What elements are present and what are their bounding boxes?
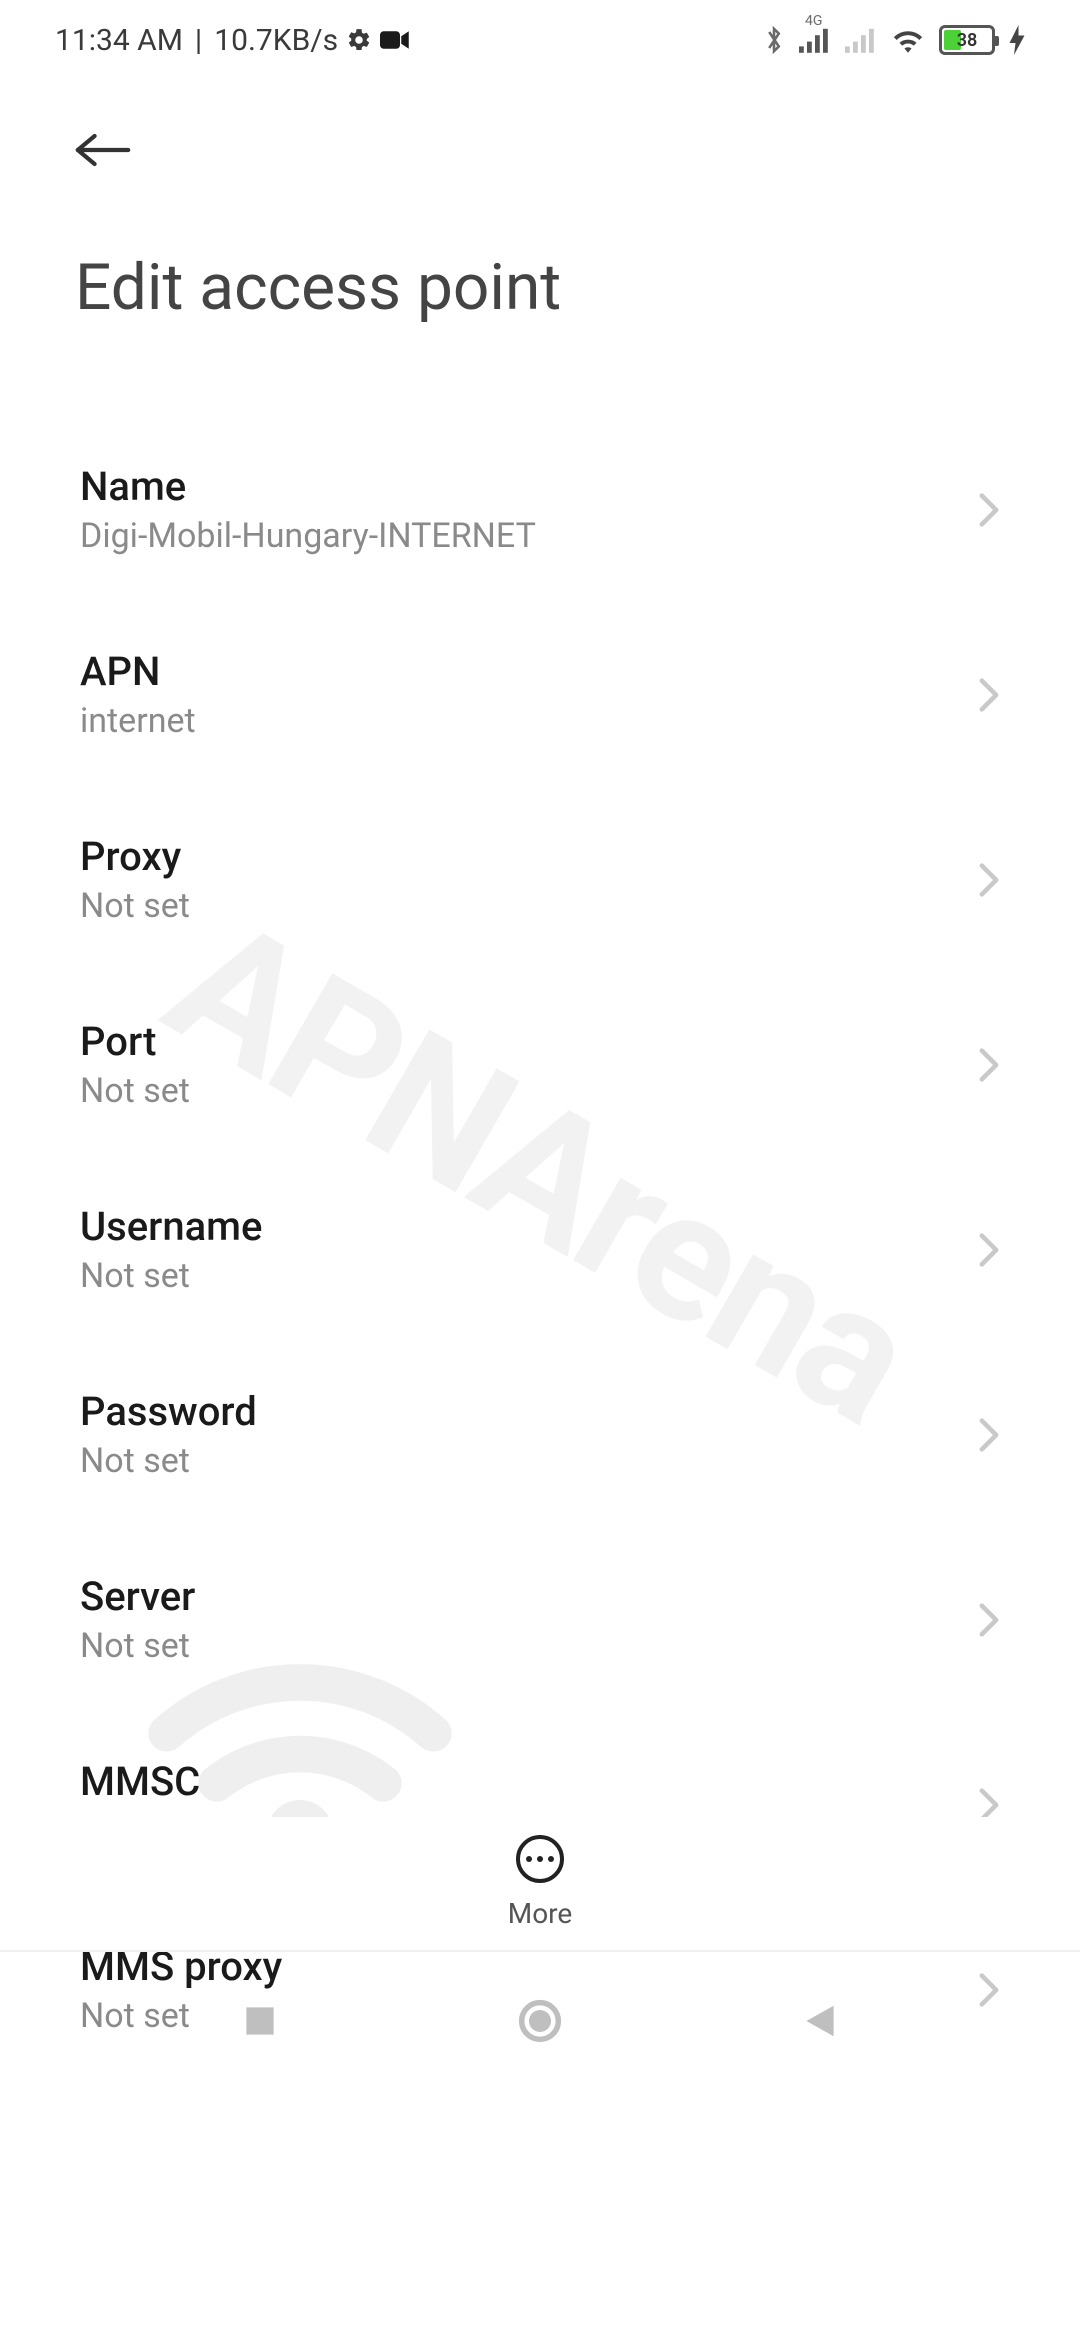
nav-recent-button[interactable] <box>235 1996 285 2046</box>
gear-icon <box>346 27 372 53</box>
back-button[interactable] <box>75 120 135 180</box>
setting-server[interactable]: Server Not set <box>80 1535 1000 1720</box>
setting-value: Digi-Mobil-Hungary-INTERNET <box>80 516 536 556</box>
setting-apn[interactable]: APN internet <box>80 610 1000 795</box>
status-network-speed: 10.7KB/s <box>214 23 338 58</box>
setting-label: APN <box>80 648 196 695</box>
chevron-right-icon <box>978 1602 1000 1638</box>
setting-password[interactable]: Password Not set <box>80 1350 1000 1535</box>
setting-value: Not set <box>80 1071 190 1111</box>
more-horizontal-icon <box>516 1835 564 1883</box>
setting-value: Not set <box>80 886 190 926</box>
system-nav-bar <box>0 1950 1080 2090</box>
page-header: Edit access point <box>0 80 1080 325</box>
square-icon <box>243 2004 277 2038</box>
svg-text:x: x <box>869 51 876 53</box>
setting-value: Not set <box>80 1441 257 1481</box>
chevron-right-icon <box>978 677 1000 713</box>
setting-proxy[interactable]: Proxy Not set <box>80 795 1000 980</box>
setting-value: Not set <box>80 1626 195 1666</box>
triangle-left-icon <box>803 2002 837 2040</box>
chevron-right-icon <box>978 1232 1000 1268</box>
status-left: 11:34 AM | 10.7KB/s <box>55 23 410 58</box>
more-button[interactable]: More <box>508 1835 573 1930</box>
wifi-icon <box>891 27 925 53</box>
battery-percent: 38 <box>942 30 992 51</box>
setting-value: internet <box>80 701 196 741</box>
signal-4g-icon: 4G <box>799 27 831 53</box>
signal-nosim-icon: x <box>845 27 877 53</box>
status-bar: 11:34 AM | 10.7KB/s 4G x <box>0 0 1080 80</box>
setting-username[interactable]: Username Not set <box>80 1165 1000 1350</box>
chevron-right-icon <box>978 1047 1000 1083</box>
setting-label: Proxy <box>80 833 190 880</box>
setting-label: Name <box>80 463 536 510</box>
bluetooth-icon <box>763 24 785 56</box>
nav-home-button[interactable] <box>515 1996 565 2046</box>
battery-icon: 38 <box>939 25 995 55</box>
setting-label: Port <box>80 1018 190 1065</box>
setting-label: Server <box>80 1573 195 1620</box>
circle-icon <box>518 1999 562 2043</box>
chevron-right-icon <box>978 862 1000 898</box>
setting-port[interactable]: Port Not set <box>80 980 1000 1165</box>
arrow-left-icon <box>75 130 131 170</box>
status-right: 4G x 38 <box>763 24 1025 56</box>
chevron-right-icon <box>978 1417 1000 1453</box>
bottom-action-bar: More <box>0 1817 1080 1930</box>
charging-bolt-icon <box>1009 25 1025 55</box>
setting-label: MMSC <box>80 1758 200 1805</box>
setting-value: Not set <box>80 1256 262 1296</box>
video-camera-icon <box>380 29 410 51</box>
page-title: Edit access point <box>75 250 1005 325</box>
setting-label: Username <box>80 1203 262 1250</box>
nav-back-button[interactable] <box>795 1996 845 2046</box>
setting-name[interactable]: Name Digi-Mobil-Hungary-INTERNET <box>80 425 1000 610</box>
setting-label: Password <box>80 1388 257 1435</box>
status-separator: | <box>195 23 202 58</box>
more-label: More <box>508 1897 573 1930</box>
status-time: 11:34 AM <box>55 23 183 58</box>
chevron-right-icon <box>978 492 1000 528</box>
